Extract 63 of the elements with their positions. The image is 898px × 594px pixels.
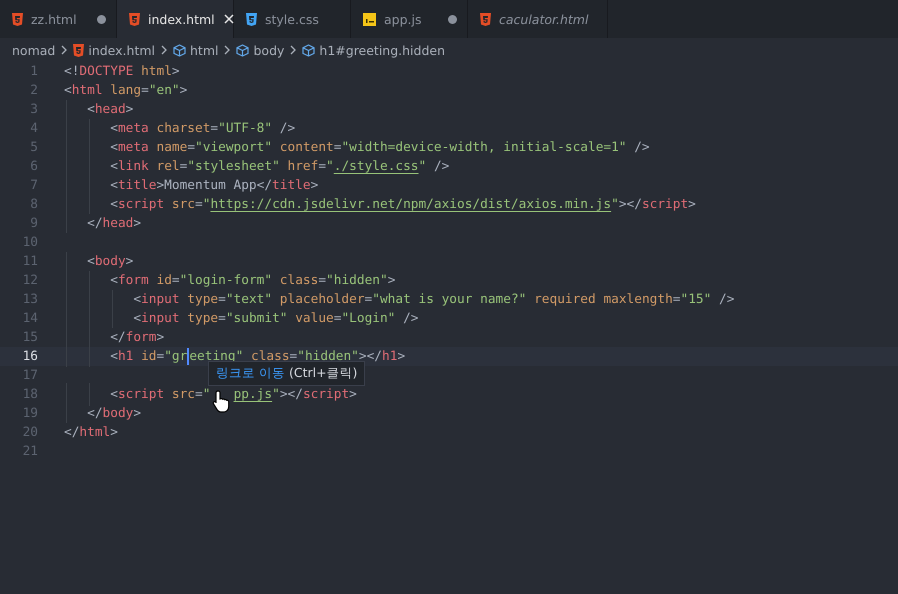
cube-icon	[236, 44, 250, 56]
breadcrumb-item[interactable]: nomad	[12, 42, 56, 58]
code-text: eeting" class="hidden"></h1>	[189, 349, 406, 364]
code-text: <html lang="en">	[64, 83, 188, 98]
css-file-icon	[246, 12, 257, 26]
line-number: 8	[29, 197, 38, 212]
line-number: 7	[29, 178, 38, 193]
html-file-icon	[73, 44, 84, 56]
code-text: <!DOCTYPE html>	[64, 64, 180, 79]
line-number: 2	[29, 83, 38, 98]
code-text: <meta name="viewport" content="width=device-width, initial-scale=1" />	[109, 140, 650, 155]
line-number: 21	[22, 444, 38, 459]
cube-icon	[173, 44, 186, 56]
code-text: <meta charset="UTF-8" />	[109, 121, 296, 136]
breadcrumb-item[interactable]: h1#greeting.hidden	[319, 42, 446, 58]
editor-tab[interactable]: index.html	[117, 0, 234, 38]
line-number: 15	[22, 330, 38, 345]
html-file-icon	[480, 12, 491, 26]
code-text: <head>	[86, 102, 134, 117]
code-text: </html>	[64, 425, 118, 440]
breadcrumb-item[interactable]: html	[190, 42, 218, 58]
line-number: 20	[22, 425, 38, 440]
line-number: 6	[29, 159, 38, 174]
chevron-icon	[222, 45, 232, 55]
chevron-icon	[288, 45, 298, 55]
code-text: </head>	[86, 216, 142, 231]
line-number: 10	[22, 235, 38, 250]
line-number: 14	[22, 311, 38, 326]
line-number: 18	[22, 387, 38, 402]
code-text: </form>	[109, 330, 164, 345]
line-number: 4	[29, 121, 38, 136]
line-number: 12	[22, 273, 38, 288]
breadcrumb-item[interactable]: body	[253, 42, 284, 58]
line-number: 17	[22, 368, 38, 383]
tooltip: 링크로 이동 (Ctrl+클릭)	[208, 361, 366, 386]
breadcrumb-item[interactable]: index.html	[88, 42, 155, 58]
code-text: </body>	[86, 406, 142, 421]
html-file-icon	[129, 12, 140, 26]
line-number: 3	[29, 102, 38, 117]
line-number: 5	[29, 140, 38, 155]
code-text: pp.js"></script>	[234, 387, 357, 402]
code-text: <input type="text" placeholder="what is your name?" required maxlength="15" />	[132, 292, 734, 307]
js-file-icon	[363, 12, 376, 26]
chevron-icon	[159, 45, 169, 55]
chevron-icon	[59, 45, 70, 55]
html-file-icon	[12, 12, 23, 26]
code-text: <script src="https://cdn.jsdelivr.net/npm/axios/dist/axios.min.js"></script>	[109, 197, 696, 212]
text-cursor	[187, 348, 190, 365]
line-number: 1	[29, 64, 38, 79]
code-text: <script src="	[109, 387, 210, 402]
code-text: <h1 id="gr	[109, 349, 188, 364]
code-text: <body>	[86, 254, 134, 269]
line-number: 9	[29, 216, 38, 231]
line-number: 19	[22, 406, 38, 421]
code-text: <title>Momentum App</title>	[109, 178, 318, 193]
close-icon[interactable]	[222, 13, 235, 25]
code-text: <link rel="stylesheet" href="./style.css" />	[109, 159, 450, 174]
line-number: 16	[22, 349, 38, 364]
line-number: 13	[22, 292, 38, 307]
line-number: 11	[22, 254, 38, 269]
code-text: <form id="login-form" class="hidden">	[109, 273, 396, 288]
cube-icon	[302, 44, 316, 56]
code-text: <input type="submit" value="Login" />	[132, 311, 419, 326]
